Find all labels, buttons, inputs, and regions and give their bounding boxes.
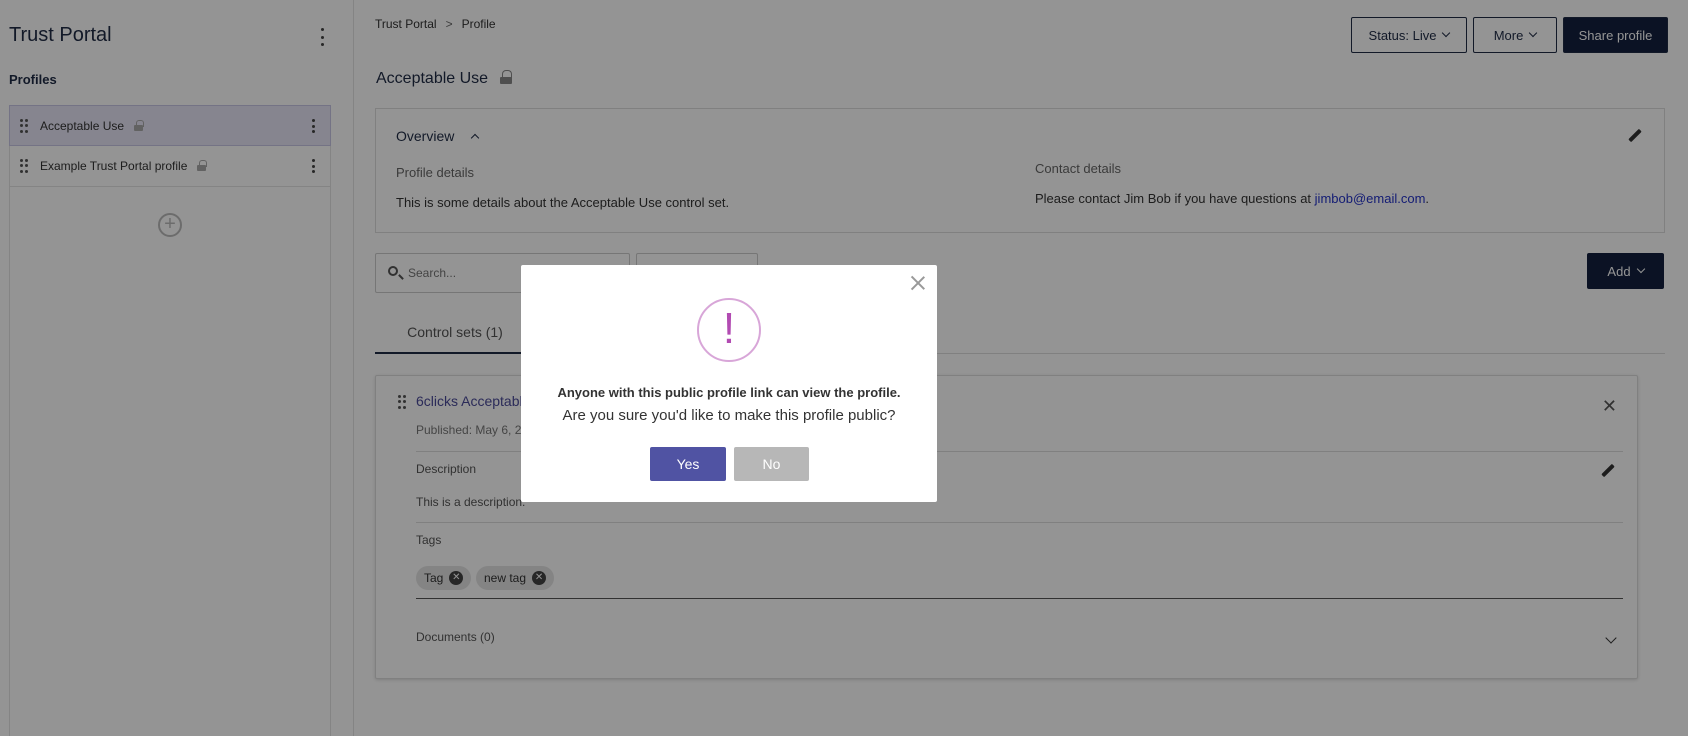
yes-button[interactable]: Yes xyxy=(650,447,726,481)
dialog-question: Are you sure you'd like to make this pro… xyxy=(562,407,896,424)
no-button[interactable]: No xyxy=(734,447,809,481)
close-icon[interactable] xyxy=(909,274,927,292)
warning-icon: ! xyxy=(697,298,761,362)
dialog-message: Anyone with this public profile link can… xyxy=(557,385,901,400)
confirm-public-dialog: ! Anyone with this public profile link c… xyxy=(521,265,937,502)
